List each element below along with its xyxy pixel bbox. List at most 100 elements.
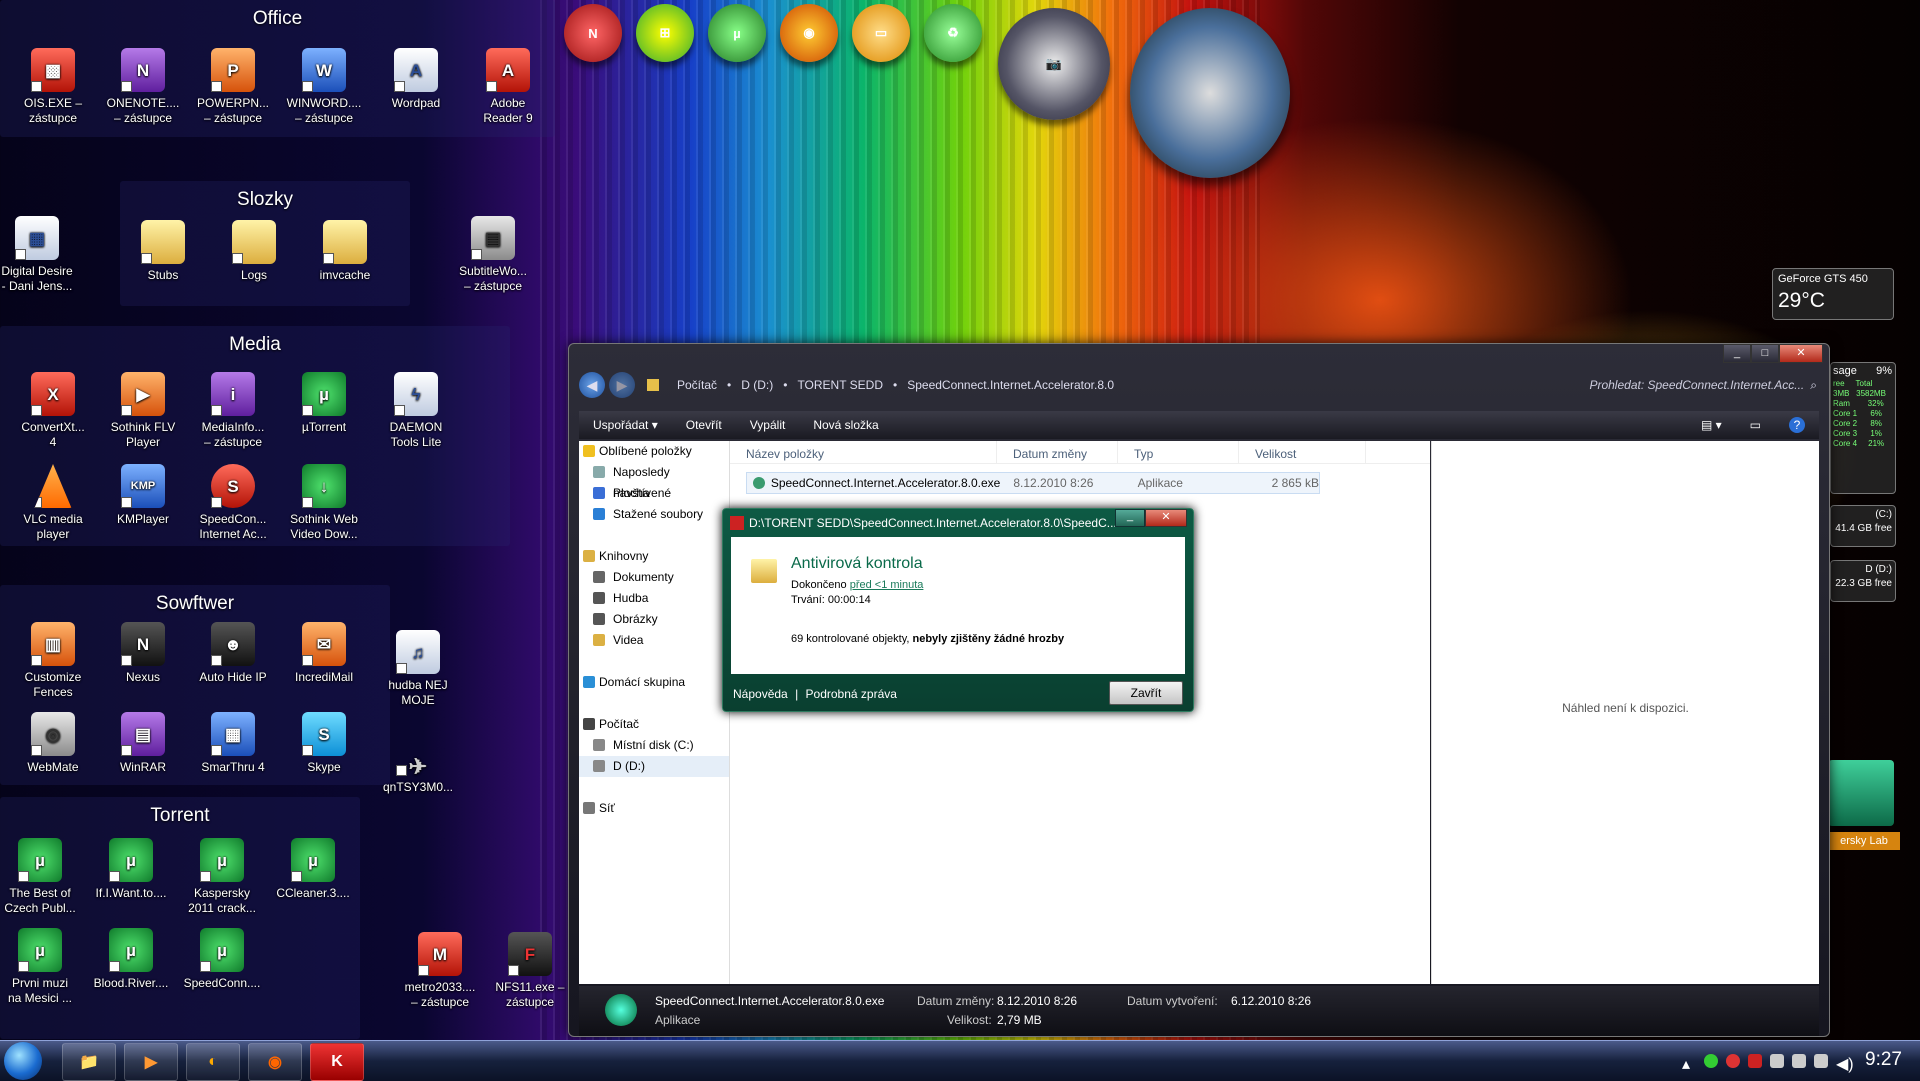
- desktop-icon-nexus[interactable]: N Nexus: [98, 622, 188, 685]
- desktop-icon-sothink-web-video[interactable]: ↓ Sothink Web Video Dow...: [279, 464, 369, 542]
- tray-kaspersky-icon[interactable]: [1748, 1054, 1762, 1068]
- detailed-report-link[interactable]: Podrobná zpráva: [806, 687, 897, 701]
- desktop-icon-kmplayer[interactable]: KMP KMPlayer: [98, 464, 188, 527]
- nav-item[interactable]: Síť: [579, 798, 729, 819]
- help-link[interactable]: Nápověda: [733, 687, 788, 701]
- dock-windows-icon[interactable]: ⊞: [636, 4, 694, 62]
- desktop-icon-convertxt[interactable]: X ConvertXt... 4: [8, 372, 98, 450]
- new-folder-button[interactable]: Nová složka: [813, 418, 878, 432]
- taskbar-kaspersky-icon[interactable]: K: [310, 1043, 364, 1081]
- desktop-icon-winrar[interactable]: ▤ WinRAR: [98, 712, 188, 775]
- dialog-minimize-button[interactable]: _: [1115, 509, 1145, 527]
- antivirus-scan-dialog[interactable]: D:\TORENT SEDD\SpeedConnect.Internet.Acc…: [722, 508, 1194, 712]
- dock-nexus-icon[interactable]: N: [564, 4, 622, 62]
- column-type[interactable]: Typ: [1118, 441, 1239, 463]
- dock-firefox-icon[interactable]: ◉: [780, 4, 838, 62]
- forward-arrow-icon[interactable]: ▶: [609, 372, 635, 398]
- open-button[interactable]: Otevřít: [686, 418, 722, 432]
- minimize-button[interactable]: _: [1723, 344, 1751, 363]
- desktop-icon-torrent-best-of[interactable]: µ The Best of Czech Publ...: [0, 838, 85, 916]
- nav-item[interactable]: Oblíbené položky: [579, 441, 729, 462]
- kaspersky-gadget[interactable]: ersky Lab: [1828, 760, 1900, 890]
- dock-photo-camera-icon[interactable]: [1130, 8, 1290, 178]
- tray-speedconnect-icon[interactable]: [1726, 1054, 1740, 1068]
- dock-drive-icon[interactable]: ▭: [852, 4, 910, 62]
- desktop-icon-smarthru[interactable]: ▦ SmarThru 4: [188, 712, 278, 775]
- taskbar-media-player-icon[interactable]: ▶: [124, 1043, 178, 1081]
- desktop-icon-customize-fences[interactable]: ▥ Customize Fences: [8, 622, 98, 700]
- desktop-icon-wordpad[interactable]: A Wordpad: [371, 48, 461, 111]
- nav-item[interactable]: Obrázky: [579, 609, 729, 630]
- tray-volume-icon[interactable]: ◀): [1836, 1054, 1854, 1073]
- tray-utorrent-icon[interactable]: [1704, 1054, 1718, 1068]
- desktop-icon-webmate[interactable]: ◎ WebMate: [8, 712, 98, 775]
- taskbar-clock[interactable]: 9:27: [1865, 1049, 1902, 1071]
- desktop-icon-nfs11[interactable]: F NFS11.exe – zástupce: [485, 932, 575, 1010]
- file-row[interactable]: SpeedConnect.Internet.Accelerator.8.0.ex…: [746, 472, 1320, 494]
- taskbar-explorer-icon[interactable]: 📁: [62, 1043, 116, 1081]
- nav-item[interactable]: D (D:): [579, 756, 729, 777]
- dialog-close-button[interactable]: ✕: [1145, 509, 1187, 527]
- nav-item[interactable]: Hudba: [579, 588, 729, 609]
- view-options-icon[interactable]: ▤ ▾: [1701, 418, 1722, 432]
- desktop-icon-torrent-speedconn[interactable]: µ SpeedConn....: [177, 928, 267, 991]
- nav-item[interactable]: Dokumenty: [579, 567, 729, 588]
- desktop-icon-qntsy[interactable]: ✈ qnTSY3M0...: [373, 755, 463, 795]
- taskbar-firefox-icon[interactable]: ◉: [248, 1043, 302, 1081]
- scan-status-link[interactable]: před <1 minuta: [850, 579, 924, 591]
- taskbar-player-icon[interactable]: ◐: [186, 1043, 240, 1081]
- breadcrumb-computer[interactable]: Počítač: [677, 378, 717, 392]
- tray-arrow-icon[interactable]: ▴: [1682, 1054, 1696, 1073]
- tray-flag-icon[interactable]: [1792, 1054, 1806, 1068]
- column-date[interactable]: Datum změny: [997, 441, 1118, 463]
- nav-item[interactable]: Počítač: [579, 714, 729, 735]
- desktop-icon-subtitle-workshop[interactable]: ▤ SubtitleWo... – zástupce: [448, 216, 538, 294]
- desktop-icon-speedconnect[interactable]: S SpeedCon... Internet Ac...: [188, 464, 278, 542]
- desktop-icon-auto-hide-ip[interactable]: ☻ Auto Hide IP: [188, 622, 278, 685]
- search-input[interactable]: Prohledat: SpeedConnect.Internet.Acc...: [1589, 378, 1804, 392]
- nav-item[interactable]: Knihovny: [579, 546, 729, 567]
- organize-button[interactable]: Uspořádat ▾: [593, 418, 658, 432]
- burn-button[interactable]: Vypálit: [750, 418, 786, 432]
- breadcrumb-torent-sedd[interactable]: TORENT SEDD: [797, 378, 883, 392]
- start-button[interactable]: [4, 1042, 42, 1080]
- desktop-icon-skype[interactable]: S Skype: [279, 712, 369, 775]
- tray-network-icon[interactable]: [1814, 1054, 1828, 1068]
- desktop-icon-metro2033[interactable]: Mmetro2033.... – zástupce: [395, 932, 485, 1010]
- column-size[interactable]: Velikost: [1239, 441, 1366, 463]
- desktop-icon-winword[interactable]: W WINWORD.... – zástupce: [279, 48, 369, 126]
- maximize-button[interactable]: □: [1751, 344, 1779, 363]
- nav-item[interactable]: Domácí skupina: [579, 672, 729, 693]
- dialog-close-action-button[interactable]: Zavřít: [1109, 681, 1183, 705]
- breadcrumb-drive-d[interactable]: D (D:): [741, 378, 773, 392]
- dock-camera-icon[interactable]: 📷: [998, 8, 1110, 120]
- desktop-icon-stubs[interactable]: Stubs: [118, 220, 208, 283]
- nav-item[interactable]: Naposledy navštívené: [579, 462, 729, 500]
- desktop-icon-digital-desire[interactable]: ▦ Digital Desire - Dani Jens...: [0, 216, 82, 294]
- close-button[interactable]: ✕: [1779, 344, 1823, 363]
- tray-app-icon[interactable]: [1770, 1054, 1784, 1068]
- nav-item[interactable]: Videa: [579, 630, 729, 651]
- desktop-icon-onenote[interactable]: N ONENOTE.... – zástupce: [98, 48, 188, 126]
- desktop-icon-torrent-if-i-want[interactable]: µ If.I.Want.to....: [86, 838, 176, 901]
- back-arrow-icon[interactable]: ◀: [579, 372, 605, 398]
- nav-item[interactable]: Místní disk (C:): [579, 735, 729, 756]
- desktop-icon-utorrent[interactable]: µ µTorrent: [279, 372, 369, 435]
- desktop-icon-torrent-blood-river[interactable]: µ Blood.River....: [86, 928, 176, 991]
- desktop-icon-incredimail[interactable]: ✉ IncrediMail: [279, 622, 369, 685]
- breadcrumb-speedconnect[interactable]: SpeedConnect.Internet.Accelerator.8.0: [907, 378, 1114, 392]
- desktop-icon-mediainfo[interactable]: i MediaInfo... – zástupce: [188, 372, 278, 450]
- desktop-icon-ois[interactable]: ▩ OIS.EXE – zástupce: [8, 48, 98, 126]
- nav-item[interactable]: Stažené soubory: [579, 504, 729, 525]
- dock-utorrent-icon[interactable]: µ: [708, 4, 766, 62]
- preview-pane-icon[interactable]: ▭: [1750, 418, 1761, 432]
- desktop-icon-torrent-prvni-muzi[interactable]: µ Prvni muzi na Mesici ...: [0, 928, 85, 1006]
- desktop-icon-adobe-reader[interactable]: A Adobe Reader 9: [463, 48, 553, 126]
- desktop-icon-logs[interactable]: Logs: [209, 220, 299, 283]
- help-icon[interactable]: ?: [1789, 417, 1805, 433]
- address-bar[interactable]: ◀ ▶ Počítač • D (D:) • TORENT SEDD • Spe…: [579, 368, 1817, 402]
- dock-recycle-icon[interactable]: ♻: [924, 4, 982, 62]
- column-name[interactable]: Název položky: [730, 441, 997, 463]
- desktop-icon-vlc[interactable]: VLC media player: [8, 464, 98, 542]
- desktop-icon-powerpoint[interactable]: P POWERPN... – zástupce: [188, 48, 278, 126]
